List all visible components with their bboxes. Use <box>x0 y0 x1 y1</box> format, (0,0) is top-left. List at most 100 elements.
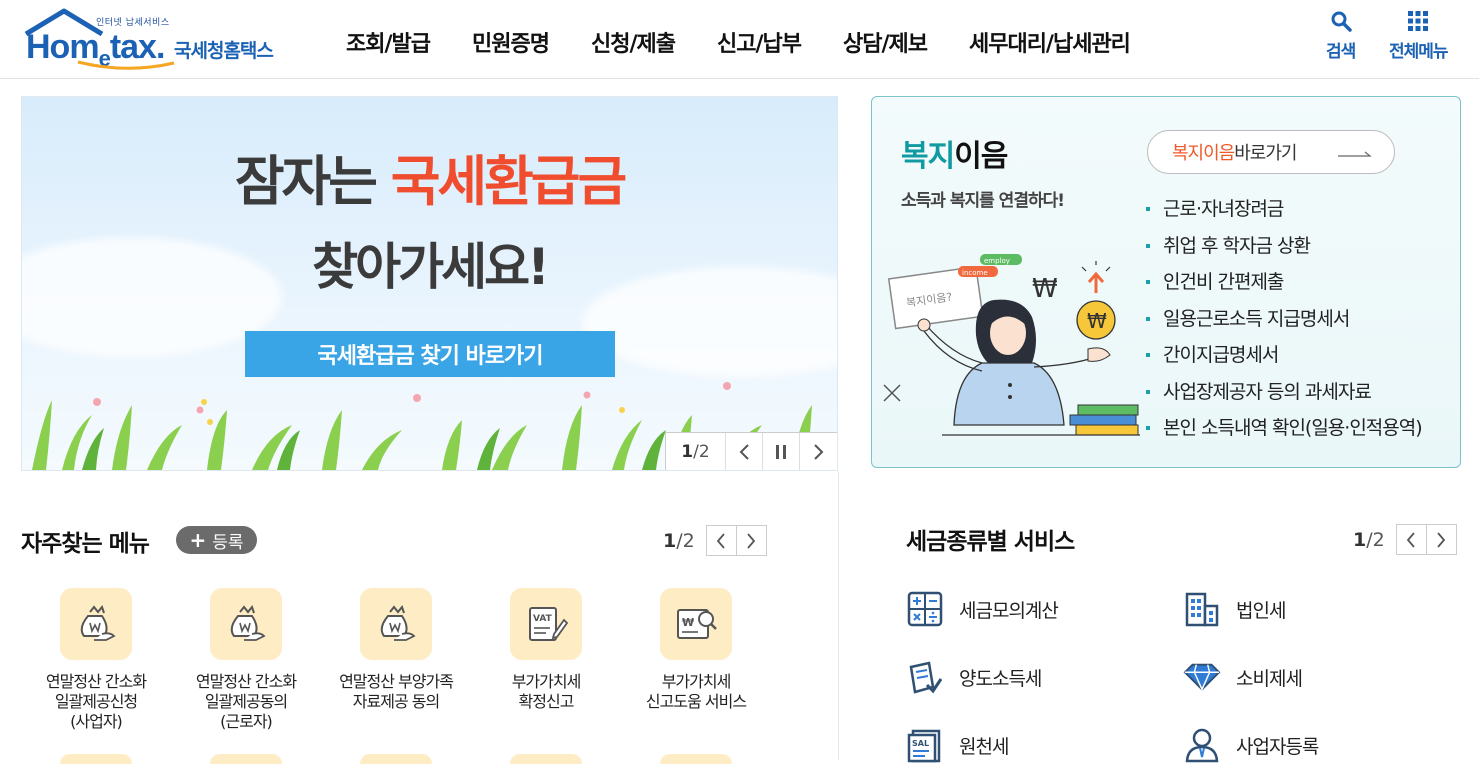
welfare-title: 복지이음 <box>901 139 1008 174</box>
section-divider <box>838 471 839 760</box>
nav-apply-submit[interactable]: 신청/제출 <box>591 26 676 58</box>
grid-menu-icon <box>1408 11 1429 31</box>
logo-swoosh-icon <box>77 60 175 70</box>
nav-report-pay[interactable]: 신고/납부 <box>717 26 802 58</box>
diamond-icon <box>1183 663 1221 692</box>
tax-item-business-registration[interactable]: 사업자등록 <box>1183 726 1460 764</box>
tax-service-title: 세금종류별 서비스 <box>906 529 1075 555</box>
search-icon <box>1331 11 1352 32</box>
banner-next-button[interactable] <box>800 433 837 470</box>
calculator-icon <box>907 591 943 627</box>
banner-subheadline: 찾아가세요! <box>312 238 550 296</box>
frequent-prev-button[interactable] <box>705 525 737 556</box>
nav-civil-certificate[interactable]: 민원증명 <box>472 26 550 58</box>
nav-inquiry-issue[interactable]: 조회/발급 <box>346 26 431 58</box>
chevron-right-icon <box>813 443 823 460</box>
vat-document-icon: VAT <box>529 607 568 641</box>
svg-text:₩: ₩ <box>682 616 694 629</box>
logo-korean-name: 국세청홈택스 <box>174 40 274 62</box>
money-bag-icon <box>380 604 416 641</box>
welfare-item-workplace-provider[interactable]: 사업장제공자 등의 과세자료 <box>1146 374 1422 411</box>
illust-tag-employ: employ <box>984 257 1010 265</box>
search-button[interactable]: 검색 <box>1326 10 1356 62</box>
quick-item-dependent-consent[interactable]: 연말정산 부양가족 자료제공 동의 <box>321 588 471 732</box>
person-icon <box>1185 728 1219 763</box>
building-icon <box>1185 592 1219 627</box>
svg-text:VAT: VAT <box>533 614 553 624</box>
tax-item-label: 원천세 <box>959 735 1009 758</box>
welfare-item-student-loan[interactable]: 취업 후 학자금 상환 <box>1146 228 1422 265</box>
tax-item-corporate[interactable]: 법인세 <box>1183 590 1460 628</box>
tax-prev-button[interactable] <box>1395 524 1427 555</box>
svg-text:₩: ₩ <box>1032 274 1058 304</box>
quick-item-vat-final-return[interactable]: VAT 부가가치세 확정신고 <box>471 588 621 732</box>
welfare-item-labor-cost[interactable]: 인건비 간편제출 <box>1146 264 1422 301</box>
welfare-item-daily-wage-statement[interactable]: 일용근로소득 지급명세서 <box>1146 301 1422 338</box>
chevron-right-icon <box>747 532 756 549</box>
money-bag-icon <box>80 604 116 641</box>
tax-item-excise[interactable]: 소비제세 <box>1183 658 1460 696</box>
tax-item-simulation[interactable]: 세금모의계산 <box>906 590 1183 628</box>
won-search-icon: ₩ <box>677 609 717 639</box>
quick-item-label: 연말정산 부양가족 자료제공 동의 <box>339 672 454 711</box>
quick-item-label: 부가가치세 신고도움 서비스 <box>645 672 747 711</box>
chevron-right-icon <box>1437 531 1446 548</box>
illust-tag-income: income <box>962 269 988 277</box>
banner-pause-button[interactable] <box>763 433 800 470</box>
tax-item-capital-gains[interactable]: 양도소득세 <box>906 658 1183 696</box>
svg-text:SAL: SAL <box>912 739 929 748</box>
chevron-left-icon <box>1407 531 1415 548</box>
frequent-menu-title: 자주찾는 메뉴 <box>21 531 150 557</box>
search-label: 검색 <box>1326 42 1356 62</box>
money-bag-icon <box>230 604 266 641</box>
plus-icon: + <box>189 528 207 552</box>
quick-item-label: 연말정산 간소화 일괄제공신청 (사업자) <box>45 672 147 731</box>
main-nav: 조회/발급 민원증명 신청/제출 신고/납부 상담/제보 세무대리/납세관리 <box>346 26 1172 58</box>
tax-next-button[interactable] <box>1425 524 1457 555</box>
quick-item-yearend-bulk-request[interactable]: 연말정산 간소화 일괄제공신청 (사업자) <box>21 588 171 732</box>
tax-service-grid: 세금모의계산 법인세 양도소득세 소비제세 SAL 원천세 사업자등록 <box>906 590 1460 764</box>
all-menu-label: 전체메뉴 <box>1389 42 1449 62</box>
chevron-left-icon <box>739 443 749 460</box>
woman-coin-illustration: 복지이음? income employ ₩ ₩ <box>883 254 1140 436</box>
banner-page-indicator: 1/2 <box>666 433 726 470</box>
top-header: 인터넷 납세서비스 Hometax. 국세청홈택스 조회/발급 민원증명 신청/… <box>0 0 1479 79</box>
frequent-menu-grid: 연말정산 간소화 일괄제공신청 (사업자) 연말정산 간소화 일괄제공동의 (근… <box>21 588 771 732</box>
quick-item-yearend-bulk-consent[interactable]: 연말정산 간소화 일괄제공동의 (근로자) <box>171 588 321 732</box>
tax-item-label: 법인세 <box>1236 599 1286 622</box>
welfare-item-income-check[interactable]: 본인 소득내역 확인(일용·인적용역) <box>1146 410 1423 447</box>
document-check-icon <box>909 661 943 694</box>
long-arrow-right-icon <box>1338 151 1372 157</box>
nav-consult-report[interactable]: 상담/제보 <box>843 26 928 58</box>
welfare-subtitle: 소득과 복지를 연결하다! <box>901 191 1065 211</box>
refund-search-button[interactable]: 국세환급금 찾기 바로가기 <box>245 331 615 377</box>
pause-icon <box>776 444 786 459</box>
quick-item-vat-help-service[interactable]: ₩ 부가가치세 신고도움 서비스 <box>621 588 771 732</box>
welfare-item-earned-income-credit[interactable]: 근로·자녀장려금 <box>1146 191 1422 228</box>
frequent-page-indicator: 1/2 <box>663 529 695 552</box>
frequent-pager: 1/2 <box>663 525 767 556</box>
tax-item-label: 사업자등록 <box>1236 735 1319 758</box>
banner-prev-button[interactable] <box>726 433 763 470</box>
nav-agent-management[interactable]: 세무대리/납세관리 <box>969 26 1131 58</box>
register-menu-button[interactable]: + 등록 <box>176 526 257 554</box>
tax-item-label: 세금모의계산 <box>959 599 1059 622</box>
quick-item-label: 부가가치세 확정신고 <box>511 672 582 711</box>
quick-item-label: 연말정산 간소화 일괄제공동의 (근로자) <box>195 672 297 731</box>
hometax-logo[interactable]: 인터넷 납세서비스 Hometax. 국세청홈택스 <box>18 6 308 72</box>
tax-item-withholding[interactable]: SAL 원천세 <box>906 726 1183 764</box>
welfare-item-simple-payment-statement[interactable]: 간이지급명세서 <box>1146 337 1422 374</box>
banner-headline: 잠자는 국세환급금 <box>234 150 627 213</box>
chevron-left-icon <box>717 532 725 549</box>
svg-text:₩: ₩ <box>1087 309 1107 333</box>
welfare-link-list: 근로·자녀장려금 취업 후 학자금 상환 인건비 간편제출 일용근로소득 지급명… <box>1146 191 1423 447</box>
tax-item-label: 양도소득세 <box>959 667 1042 690</box>
welfare-shortcut-button[interactable]: 복지이음 바로가기 <box>1147 130 1395 174</box>
frequent-next-button[interactable] <box>735 525 767 556</box>
main-banner[interactable]: 잠자는 국세환급금 찾아가세요! 국세환급금 찾기 바로가기 1/2 <box>21 96 838 471</box>
salary-doc-icon: SAL <box>907 729 941 763</box>
logo-tagline: 인터넷 납세서비스 <box>96 18 170 28</box>
next-row-icons-cutoff <box>60 754 732 764</box>
all-menu-button[interactable]: 전체메뉴 <box>1389 10 1449 62</box>
tax-page-indicator: 1/2 <box>1353 528 1385 551</box>
